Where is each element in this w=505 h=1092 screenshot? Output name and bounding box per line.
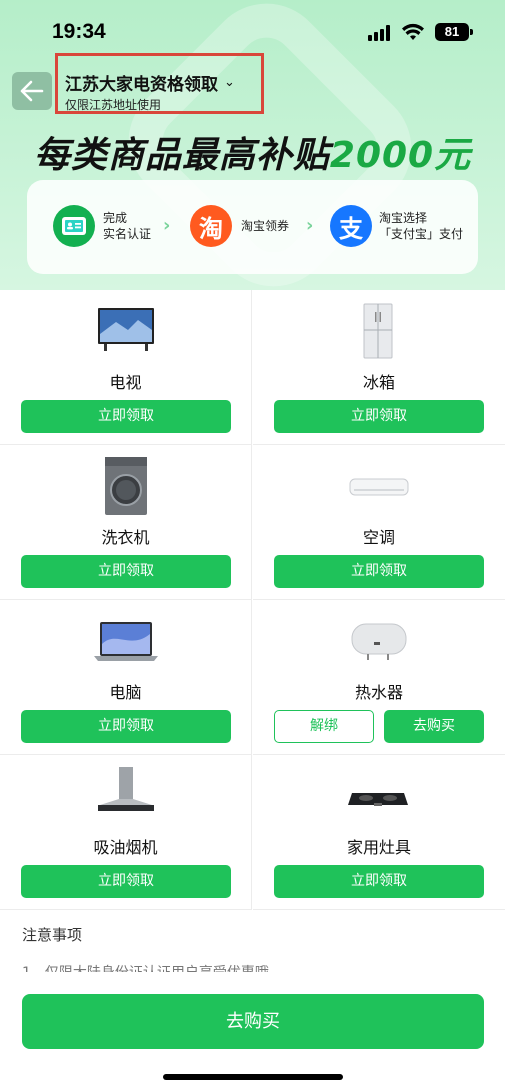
battery-icon: 81 <box>435 23 469 41</box>
notes-item: 1、仅限大陆身份证认证用户享受优惠哦 <box>22 960 322 972</box>
product-name: 吸油烟机 <box>93 838 158 857</box>
signal-icon <box>368 25 394 41</box>
product-card-washer: 洗衣机 立即领取 <box>0 445 252 600</box>
product-card-water-heater: 热水器 解绑 去购买 <box>253 600 505 755</box>
back-button[interactable] <box>12 72 52 110</box>
arrow-left-icon <box>20 80 44 102</box>
product-name: 空调 <box>362 528 395 547</box>
product-name: 冰箱 <box>362 373 395 392</box>
status-time: 19:34 <box>52 20 106 43</box>
step-3-line2: 「支付宝」支付 <box>379 227 464 241</box>
region-subtitle: 仅限江苏地址使用 <box>65 98 162 112</box>
laptop-image <box>94 622 158 661</box>
product-name: 热水器 <box>354 683 403 702</box>
product-grid: 电视 立即领取 冰箱 立即领取 洗衣机 立即领取 空调 立即领取 电脑 立即领取… <box>0 290 505 912</box>
gas-stove-image <box>348 793 408 806</box>
tv-image <box>98 308 154 351</box>
chevron-right-icon: › <box>306 215 314 236</box>
fridge-image <box>363 303 393 359</box>
product-name: 电视 <box>109 373 142 392</box>
claim-button-range-hood[interactable]: 立即领取 <box>21 865 231 898</box>
claim-button-computer[interactable]: 立即领取 <box>21 710 231 743</box>
home-indicator <box>163 1074 343 1080</box>
product-name: 家用灶具 <box>346 838 411 857</box>
battery-tip <box>470 29 473 35</box>
step-1-text: 完成 实名认证 <box>103 210 151 242</box>
chevron-down-icon: ⌄ <box>224 75 235 90</box>
banner-main-text: 每类商品最高补贴 <box>33 135 330 176</box>
product-card-tv: 电视 立即领取 <box>0 290 252 445</box>
notes-title: 注意事项 <box>22 926 83 944</box>
steps-card: 完成 实名认证 › 淘 淘宝领券 › 支 淘宝选择 「支付宝」支付 <box>27 180 478 274</box>
water-heater-image <box>351 623 407 660</box>
product-card-ac: 空调 立即领取 <box>253 445 505 600</box>
product-name: 电脑 <box>109 683 142 702</box>
step-3-text: 淘宝选择 「支付宝」支付 <box>379 210 463 242</box>
product-card-stove: 家用灶具 立即领取 <box>253 755 505 910</box>
region-title: 江苏大家电资格领取 <box>65 75 218 95</box>
wifi-icon <box>402 23 424 40</box>
taobao-icon: 淘 <box>190 205 232 247</box>
product-card-fridge: 冰箱 立即领取 <box>253 290 505 445</box>
region-selector[interactable]: 江苏大家电资格领取 ⌄ 仅限江苏地址使用 <box>55 53 264 114</box>
claim-button-tv[interactable]: 立即领取 <box>21 400 231 433</box>
washing-machine-image <box>105 457 147 515</box>
product-name: 洗衣机 <box>101 528 150 547</box>
step-1-line1: 完成 <box>103 211 128 225</box>
step-2-text: 淘宝领券 <box>241 219 290 233</box>
buy-button-water-heater[interactable]: 去购买 <box>384 710 484 743</box>
banner-amount: 2000元 <box>329 135 472 176</box>
step-1-line2: 实名认证 <box>103 227 152 241</box>
banner-headline: 每类商品最高补贴2000元 <box>0 126 505 178</box>
claim-button-washer[interactable]: 立即领取 <box>21 555 231 588</box>
alipay-icon: 支 <box>330 205 372 247</box>
range-hood-image <box>98 767 154 811</box>
step-3-line1: 淘宝选择 <box>379 211 428 225</box>
claim-button-stove[interactable]: 立即领取 <box>274 865 484 898</box>
product-card-range-hood: 吸油烟机 立即领取 <box>0 755 252 910</box>
air-conditioner-image <box>349 478 409 496</box>
region-title-row: 江苏大家电资格领取 ⌄ <box>65 70 261 95</box>
chevron-right-icon: › <box>163 215 171 236</box>
product-card-computer: 电脑 立即领取 <box>0 600 252 755</box>
go-buy-button[interactable]: 去购买 <box>22 994 484 1049</box>
unbind-button-water-heater[interactable]: 解绑 <box>274 710 374 743</box>
claim-button-ac[interactable]: 立即领取 <box>274 555 484 588</box>
id-card-icon <box>53 205 95 247</box>
claim-button-fridge[interactable]: 立即领取 <box>274 400 484 433</box>
